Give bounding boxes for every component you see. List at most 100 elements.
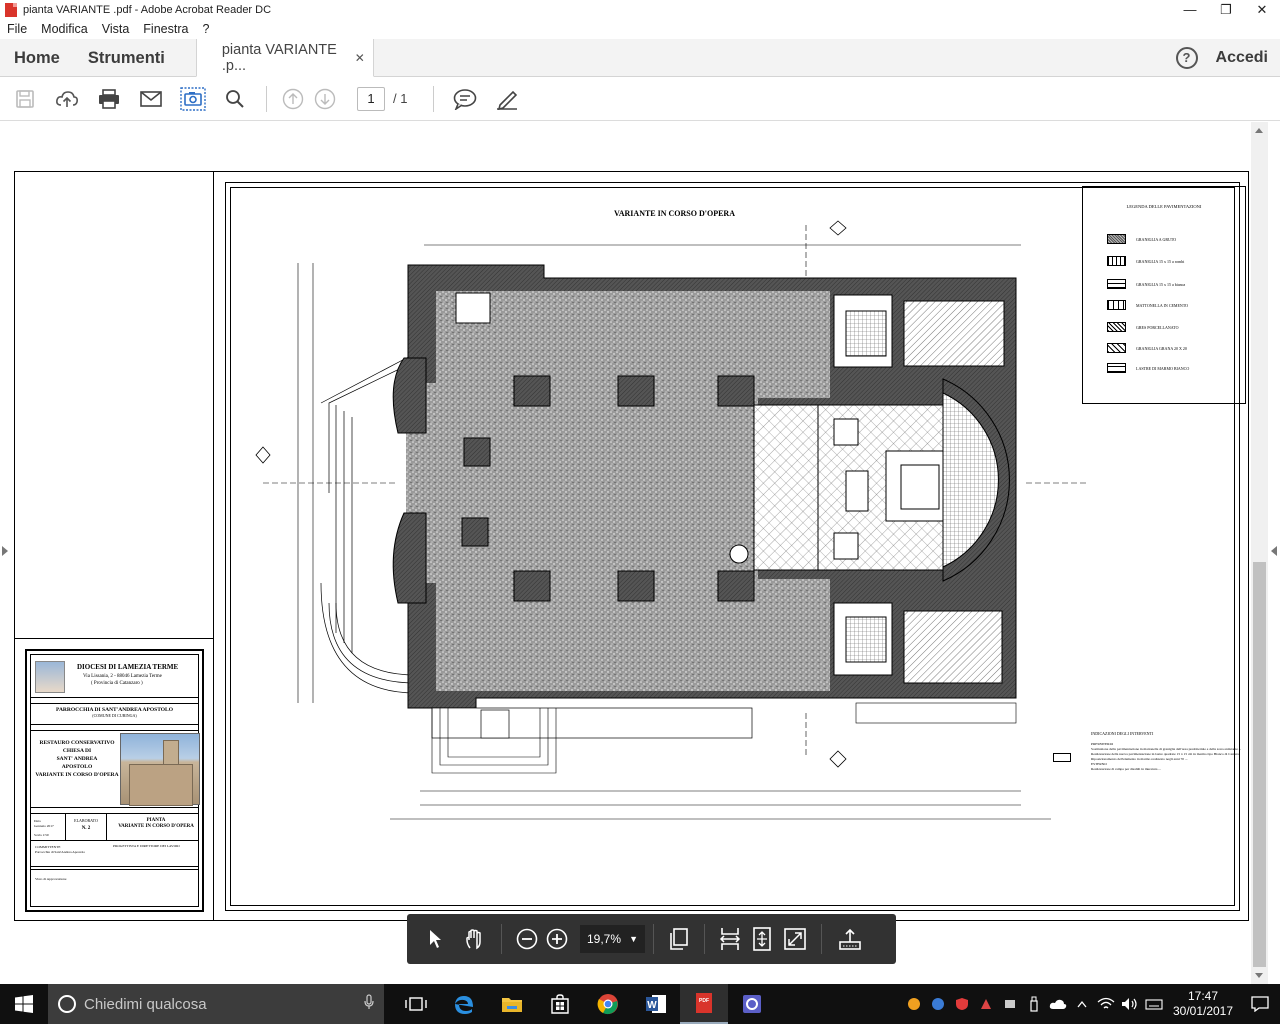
fit-page-icon[interactable]: [743, 914, 781, 964]
diocese-name: DIOCESI DI LAMEZIA TERME: [77, 663, 179, 671]
diocese-coat-of-arms: [35, 661, 65, 693]
fit-width-icon[interactable]: [717, 914, 743, 964]
task-view-icon[interactable]: [392, 984, 440, 1024]
help-icon[interactable]: ?: [1175, 46, 1198, 69]
close-tab-icon[interactable]: ✕: [355, 51, 365, 65]
scroll-up-icon[interactable]: [1255, 128, 1263, 133]
tray-app-icon[interactable]: [926, 984, 950, 1024]
network-icon[interactable]: [1094, 984, 1118, 1024]
notifications-icon[interactable]: [1240, 984, 1280, 1024]
menu-vista[interactable]: Vista: [95, 22, 137, 36]
clock[interactable]: 17:47 30/01/2017: [1166, 989, 1240, 1019]
share-icon[interactable]: [836, 914, 864, 964]
legend-item: GRANIGLIA 15 x 15 a rombi: [1107, 255, 1184, 267]
print-icon[interactable]: [88, 77, 130, 121]
taskbar: Chiedimi qualcosa W PDF 17:47 30/01/2017: [0, 984, 1280, 1024]
vertical-scrollbar[interactable]: [1251, 122, 1268, 984]
window-title: pianta VARIANTE .pdf - Adobe Acrobat Rea…: [23, 3, 272, 16]
acrobat-taskbar-icon[interactable]: PDF: [680, 984, 728, 1024]
menu-file[interactable]: File: [0, 22, 34, 36]
zoom-value: 19,7%: [587, 932, 622, 946]
board-title: PIANTA VARIANTE IN CORSO D'OPERA: [118, 818, 194, 829]
page-number-input[interactable]: 1: [357, 86, 385, 111]
edge-icon[interactable]: [440, 984, 488, 1024]
snapshot-icon[interactable]: [172, 77, 214, 121]
signin-button[interactable]: Accedi: [1216, 49, 1268, 67]
tray-app-icon[interactable]: [974, 984, 998, 1024]
diocese-address: Via Lissania, 2 - 88046 Lamezia Terme: [83, 674, 162, 679]
project-title: RESTAURO CONSERVATIVO CHIESA DI SANT' AN…: [35, 740, 119, 778]
windows-start-icon[interactable]: [0, 984, 48, 1024]
show-hidden-icon[interactable]: [1070, 984, 1094, 1024]
tab-tools[interactable]: Strumenti: [74, 39, 179, 76]
expand-left-icon[interactable]: [2, 546, 8, 556]
divider: [15, 638, 214, 639]
onedrive-icon[interactable]: [1046, 984, 1070, 1024]
hand-tool-icon[interactable]: [461, 914, 489, 964]
scroll-down-icon[interactable]: [1255, 973, 1263, 978]
upload-icon[interactable]: [46, 77, 88, 121]
close-button[interactable]: ✕: [1244, 0, 1280, 19]
toolbar-separator: [266, 85, 267, 112]
church-photo: [120, 733, 200, 806]
sign-icon[interactable]: [486, 77, 528, 121]
comment-icon[interactable]: [444, 77, 486, 121]
toolbar-separator: [653, 924, 654, 954]
minimize-button[interactable]: —: [1172, 0, 1208, 19]
pdf-page: DIOCESI DI LAMEZIA TERME Via Lissania, 2…: [14, 171, 1249, 921]
title-block-column: DIOCESI DI LAMEZIA TERME Via Lissania, 2…: [15, 172, 214, 920]
diocese-province: ( Provincia di Catanzaro ): [91, 681, 143, 686]
drawing-frame: VARIANTE IN CORSO D'OPERA LEGENDA DELLE …: [225, 182, 1246, 911]
volume-icon[interactable]: [1118, 984, 1142, 1024]
designer: PROGETTISTA E DIRETTORE DEI LAVORI: [113, 844, 180, 848]
page-down-icon[interactable]: [309, 77, 341, 121]
scrollbar-thumb[interactable]: [1253, 562, 1266, 967]
page-total: / 1: [393, 91, 408, 106]
app-icon[interactable]: [728, 984, 776, 1024]
tray-app-icon[interactable]: [902, 984, 926, 1024]
tray-app-icon[interactable]: [998, 984, 1022, 1024]
menu-modifica[interactable]: Modifica: [34, 22, 95, 36]
tab-document[interactable]: pianta VARIANTE .p... ✕: [195, 39, 374, 77]
store-icon[interactable]: [536, 984, 584, 1024]
file-explorer-icon[interactable]: [488, 984, 536, 1024]
expand-right-icon[interactable]: [1271, 546, 1277, 556]
tab-home[interactable]: Home: [0, 39, 74, 76]
svg-text:PDF: PDF: [699, 998, 709, 1004]
word-icon[interactable]: W: [632, 984, 680, 1024]
floor-plan: [255, 220, 1086, 820]
toolbar-separator: [704, 924, 705, 954]
legend-item: MATTONELLA IN CEMENTO: [1107, 299, 1188, 311]
system-tray: 17:47 30/01/2017: [902, 984, 1280, 1024]
fullscreen-icon[interactable]: [781, 914, 809, 964]
page-up-icon[interactable]: [277, 77, 309, 121]
select-tool-icon[interactable]: [409, 914, 461, 964]
chrome-icon[interactable]: [584, 984, 632, 1024]
chevron-down-icon: ▼: [629, 934, 638, 944]
page-view-icon[interactable]: [666, 914, 692, 964]
keyboard-icon[interactable]: [1142, 984, 1166, 1024]
zoom-out-icon[interactable]: [512, 914, 542, 964]
acrobat-icon: [5, 2, 17, 17]
tab-document-label: pianta VARIANTE .p...: [221, 41, 337, 74]
svg-text:W: W: [647, 1000, 657, 1011]
floating-toolbar: 19,7% ▼: [407, 914, 896, 964]
search-box[interactable]: Chiedimi qualcosa: [48, 984, 384, 1024]
clock-time: 17:47: [1187, 989, 1219, 1003]
maximize-button[interactable]: ❐: [1208, 0, 1244, 19]
usb-icon[interactable]: [1022, 984, 1046, 1024]
menu-help[interactable]: ?: [195, 22, 216, 36]
search-icon[interactable]: [214, 77, 256, 121]
legend-item: LASTRE DI MARMO BIANCO: [1107, 362, 1189, 374]
legend-item: GRANIGLIA A GRUTO: [1107, 233, 1176, 245]
save-icon[interactable]: [4, 77, 46, 121]
toolbar-separator: [501, 924, 502, 954]
toolbar-separator: [433, 85, 434, 112]
microphone-icon[interactable]: [364, 994, 374, 1014]
toolbar-separator: [821, 924, 822, 954]
tray-security-icon[interactable]: [950, 984, 974, 1024]
zoom-select[interactable]: 19,7% ▼: [580, 925, 645, 953]
email-icon[interactable]: [130, 77, 172, 121]
zoom-in-icon[interactable]: [542, 914, 572, 964]
menu-finestra[interactable]: Finestra: [136, 22, 195, 36]
